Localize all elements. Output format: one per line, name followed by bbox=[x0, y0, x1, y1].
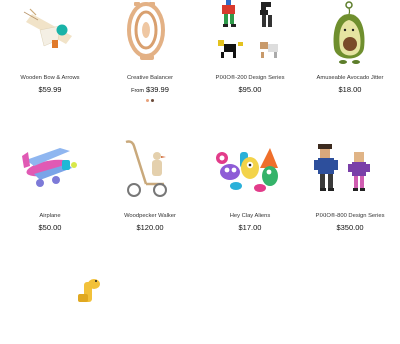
bow-arrows-image[interactable] bbox=[0, 0, 100, 68]
product-card-avocado[interactable]: Amuseable Avocado Jitter $18.00 bbox=[300, 0, 400, 94]
swatch-dark[interactable] bbox=[151, 99, 154, 102]
product-card-pixio-800[interactable]: PIXIO®-800 Design Series $350.00 bbox=[300, 138, 400, 232]
from-label: From bbox=[131, 88, 144, 94]
product-price-row: From $39.99 bbox=[100, 85, 200, 96]
product-card-pixio-200[interactable]: PIXIO®-200 Design Series $95.00 bbox=[200, 0, 300, 94]
product-price: $50.00 bbox=[38, 223, 62, 232]
balancer-image[interactable] bbox=[100, 0, 200, 68]
airplane-image[interactable] bbox=[0, 138, 100, 206]
avocado-plush-image[interactable] bbox=[300, 0, 400, 68]
clay-aliens-image[interactable] bbox=[200, 138, 300, 206]
product-card-airplane[interactable]: Airplane $50.00 bbox=[0, 138, 100, 232]
swatch-light[interactable] bbox=[146, 99, 149, 102]
product-price: $18.00 bbox=[338, 85, 362, 94]
pixio-800-image[interactable] bbox=[300, 138, 400, 206]
product-name[interactable]: PIXIO®-800 Design Series bbox=[300, 213, 400, 220]
product-name[interactable]: Wooden Bow & Arrows bbox=[0, 75, 100, 82]
product-price: $120.00 bbox=[136, 223, 164, 232]
product-card-giraffe[interactable] bbox=[0, 276, 100, 344]
product-name[interactable]: Hey Clay Aliens bbox=[200, 213, 300, 220]
product-price: $350.00 bbox=[336, 223, 364, 232]
product-card-bow-arrows[interactable]: Wooden Bow & Arrows $59.99 bbox=[0, 0, 100, 94]
product-name[interactable]: Airplane bbox=[0, 213, 100, 220]
product-price: $39.99 bbox=[145, 85, 169, 94]
product-card-clay-aliens[interactable]: Hey Clay Aliens $17.00 bbox=[200, 138, 300, 232]
product-card-woodpecker-walker[interactable]: Woodpecker Walker $120.00 bbox=[100, 138, 200, 232]
product-price: $95.00 bbox=[238, 85, 262, 94]
color-swatches bbox=[100, 99, 200, 102]
product-name[interactable]: PIXIO®-200 Design Series bbox=[200, 75, 300, 82]
product-price: $59.99 bbox=[38, 85, 62, 94]
product-name[interactable]: Amuseable Avocado Jitter bbox=[300, 75, 400, 82]
product-card-creative-balancer[interactable]: Creative Balancer From $39.99 bbox=[100, 0, 200, 102]
product-name[interactable]: Creative Balancer bbox=[100, 75, 200, 82]
walker-image[interactable] bbox=[100, 138, 200, 206]
product-grid: Wooden Bow & Arrows $59.99 Creative Bala… bbox=[0, 0, 400, 302]
pixio-200-image[interactable] bbox=[200, 0, 300, 68]
product-name[interactable]: Woodpecker Walker bbox=[100, 213, 200, 220]
product-price: $17.00 bbox=[238, 223, 262, 232]
giraffe-image[interactable] bbox=[0, 276, 100, 344]
